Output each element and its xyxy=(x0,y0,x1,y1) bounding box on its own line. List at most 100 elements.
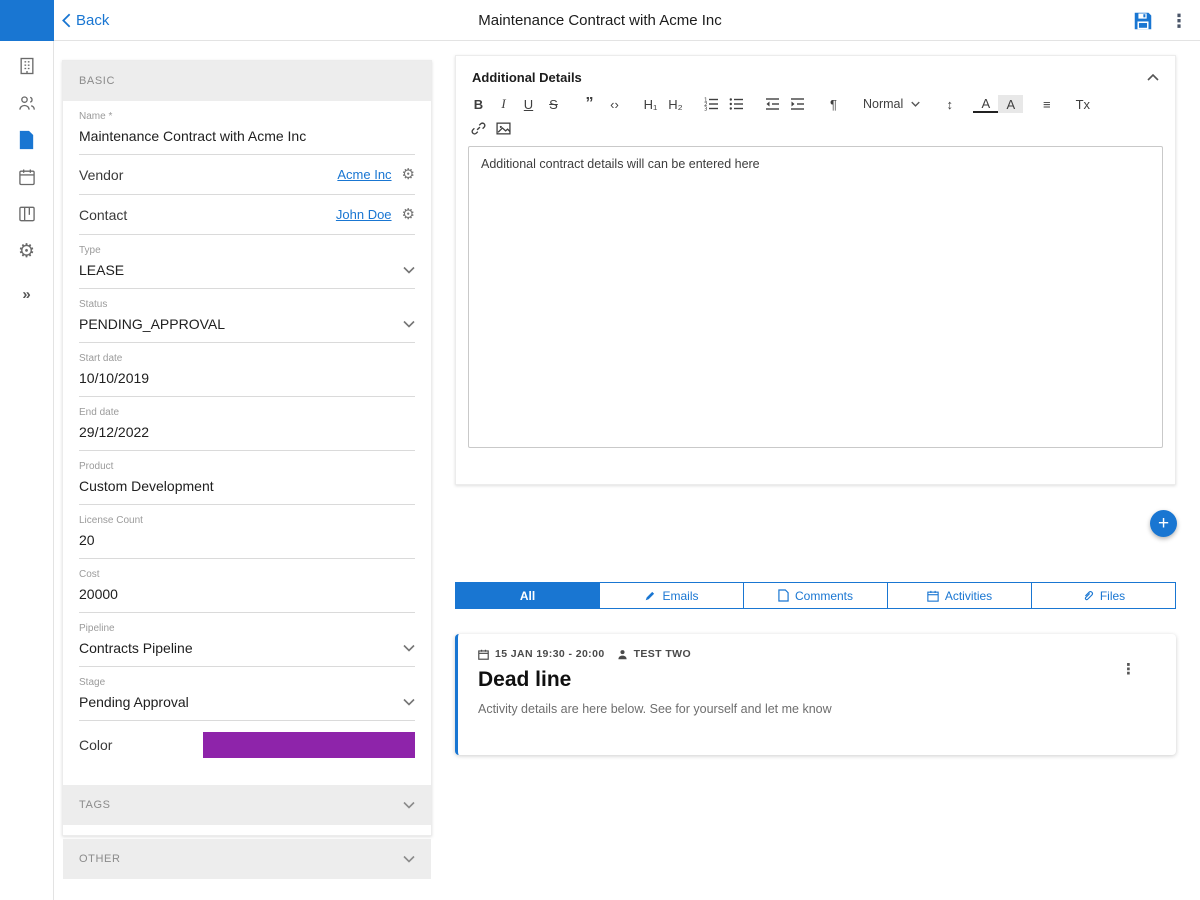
activity-tabs: All Emails Comments Activities Files xyxy=(455,582,1176,609)
background-color-button[interactable]: A xyxy=(998,95,1024,113)
calendar-icon xyxy=(18,169,35,186)
field-cost-input[interactable]: 20000 xyxy=(79,580,415,612)
field-start-date-label: Start date xyxy=(79,353,123,364)
save-button[interactable] xyxy=(1132,10,1154,32)
sidebar-item-companies[interactable] xyxy=(14,53,40,79)
code-button[interactable]: ‹› xyxy=(602,93,627,115)
sidebar-expand-button[interactable]: » xyxy=(14,281,40,307)
outdent-button[interactable] xyxy=(760,93,785,115)
italic-button[interactable]: I xyxy=(491,93,516,115)
field-name-input[interactable]: Maintenance Contract with Acme Inc xyxy=(79,122,415,154)
contact-settings-icon[interactable]: ⚙ xyxy=(402,207,415,222)
field-license-count-input[interactable]: 20 xyxy=(79,526,415,558)
field-status-value: PENDING_APPROVAL xyxy=(79,316,226,332)
field-end-date: End date 29/12/2022 xyxy=(79,397,415,451)
add-activity-button[interactable]: + xyxy=(1150,510,1177,537)
field-cost: Cost 20000 xyxy=(79,559,415,613)
format-select[interactable]: Normal xyxy=(857,97,926,111)
editor-toolbar-row2 xyxy=(456,115,1175,139)
underline-button[interactable]: U xyxy=(516,93,541,115)
appbar-actions: ⋮ xyxy=(1132,0,1188,41)
section-basic-label: BASIC xyxy=(79,75,116,87)
chevron-down-icon xyxy=(403,320,415,328)
field-cost-value: 20000 xyxy=(79,586,118,602)
field-product-input[interactable]: Custom Development xyxy=(79,472,415,504)
field-pipeline: Pipeline Contracts Pipeline xyxy=(79,613,415,667)
tab-comments[interactable]: Comments xyxy=(743,582,888,609)
clean-format-button[interactable]: Tx xyxy=(1070,93,1095,115)
field-start-date-input[interactable]: 10/10/2019 xyxy=(79,364,415,396)
field-end-date-input[interactable]: 29/12/2022 xyxy=(79,418,415,450)
tab-emails-label: Emails xyxy=(662,588,699,603)
field-license-count-value: 20 xyxy=(79,532,95,548)
chevron-up-icon[interactable] xyxy=(1147,74,1159,81)
tab-files-label: Files xyxy=(1099,588,1126,603)
size-select[interactable]: ↕ xyxy=(937,93,962,115)
section-tags-header[interactable]: TAGS xyxy=(63,785,431,825)
section-other-label: OTHER xyxy=(79,853,121,865)
tab-all-label: All xyxy=(519,588,536,603)
direction-button[interactable]: ¶ xyxy=(821,93,846,115)
field-stage-select[interactable]: Pending Approval xyxy=(79,688,415,720)
appbar-menu-button[interactable]: ⋮ xyxy=(1170,12,1188,30)
align-button[interactable]: ≡ xyxy=(1034,93,1059,115)
field-pipeline-select[interactable]: Contracts Pipeline xyxy=(79,634,415,666)
field-stage-label: Stage xyxy=(79,677,106,688)
text-color-button[interactable]: A xyxy=(973,95,999,113)
chevron-down-icon xyxy=(403,266,415,274)
activity-menu-button[interactable]: ⋮ xyxy=(1121,660,1136,678)
ordered-list-button[interactable]: 123 xyxy=(699,93,724,115)
field-type-select[interactable]: LEASE xyxy=(79,256,415,288)
plus-icon: + xyxy=(1157,513,1170,534)
tab-activities[interactable]: Activities xyxy=(887,582,1032,609)
details-editor[interactable]: Additional contract details will can be … xyxy=(468,146,1163,448)
bold-button[interactable]: B xyxy=(466,93,491,115)
blockquote-button[interactable]: ” xyxy=(577,93,602,115)
field-product-value: Custom Development xyxy=(79,478,214,494)
back-button[interactable]: Back xyxy=(62,0,109,41)
sidebar: ⚙ » xyxy=(0,41,54,900)
image-button[interactable] xyxy=(491,117,516,139)
tab-emails[interactable]: Emails xyxy=(599,582,744,609)
sidebar-item-documents[interactable] xyxy=(14,127,40,153)
field-name-value: Maintenance Contract with Acme Inc xyxy=(79,128,307,144)
activity-datetime: 15 JAN 19:30 - 20:00 xyxy=(495,648,605,660)
activity-user: TEST TWO xyxy=(633,648,692,660)
field-product-label: Product xyxy=(79,461,114,472)
color-swatch[interactable] xyxy=(203,732,415,758)
chevron-down-icon xyxy=(911,101,921,107)
link-icon xyxy=(471,121,486,135)
sidebar-item-settings[interactable]: ⚙ xyxy=(14,238,40,264)
outdent-icon xyxy=(766,98,779,110)
activity-card[interactable]: 15 JAN 19:30 - 20:00 TEST TWO ⋮ Dead lin… xyxy=(455,634,1176,755)
gear-icon: ⚙ xyxy=(17,240,36,262)
field-status-select[interactable]: PENDING_APPROVAL xyxy=(79,310,415,342)
link-button[interactable] xyxy=(466,117,491,139)
sidebar-item-calendar[interactable] xyxy=(14,164,40,190)
chevron-down-icon xyxy=(403,644,415,652)
header2-button[interactable]: H₂ xyxy=(663,93,688,115)
vendor-settings-icon[interactable]: ⚙ xyxy=(402,167,415,182)
section-basic-header: BASIC xyxy=(63,61,431,101)
chevron-down-icon xyxy=(403,855,415,863)
kanban-icon xyxy=(18,206,35,222)
sidebar-item-board[interactable] xyxy=(14,201,40,227)
tab-files[interactable]: Files xyxy=(1031,582,1176,609)
section-other-header[interactable]: OTHER xyxy=(63,839,431,879)
field-pipeline-label: Pipeline xyxy=(79,623,115,634)
strike-button[interactable]: S xyxy=(541,93,566,115)
svg-text:3: 3 xyxy=(704,107,708,112)
indent-button[interactable] xyxy=(785,93,810,115)
format-select-value: Normal xyxy=(863,97,904,111)
field-product: Product Custom Development xyxy=(79,451,415,505)
tab-all[interactable]: All xyxy=(455,582,600,609)
sidebar-item-contacts[interactable] xyxy=(14,90,40,116)
pen-icon xyxy=(646,591,655,600)
bullet-list-button[interactable] xyxy=(724,93,749,115)
field-stage: Stage Pending Approval xyxy=(79,667,415,721)
header1-button[interactable]: H₁ xyxy=(638,93,663,115)
contacts-icon xyxy=(18,96,35,110)
vendor-link[interactable]: Acme Inc xyxy=(337,167,391,182)
contact-link[interactable]: John Doe xyxy=(336,207,392,222)
appbar-corner-block xyxy=(0,0,54,41)
